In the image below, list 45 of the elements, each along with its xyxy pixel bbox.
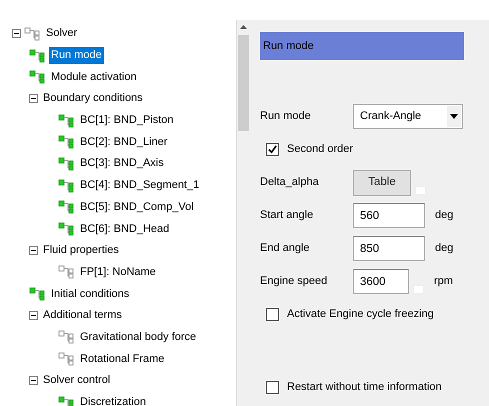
number-field[interactable]: 3600 <box>353 269 409 294</box>
collapse-icon[interactable] <box>29 94 38 104</box>
checkbox[interactable] <box>266 308 279 321</box>
tree-item[interactable]: Rotational Frame <box>78 350 166 368</box>
checkbox-label: Activate Engine cycle freezing <box>287 307 434 322</box>
unit-label: deg <box>435 208 454 224</box>
field-label: End angle <box>260 241 311 256</box>
checkbox[interactable] <box>266 143 279 156</box>
collapse-icon[interactable] <box>12 29 21 38</box>
panel-header: Run mode <box>260 32 464 60</box>
tree-item[interactable]: BC[5]: BND_Comp_Vol <box>78 198 196 216</box>
tree-item[interactable]: Fluid properties <box>41 242 121 260</box>
tree-item[interactable]: BC[2]: BND_Liner <box>78 134 170 151</box>
tree-item[interactable]: Solver <box>44 25 80 42</box>
tree-item[interactable]: Module activation <box>49 68 139 86</box>
caret-icon <box>447 106 461 127</box>
tree-item[interactable]: Solver control <box>41 372 112 390</box>
dropdown[interactable]: Crank-Angle <box>353 104 463 129</box>
tree-item[interactable]: BC[3]: BND_Axis <box>78 155 166 172</box>
unit-label: rpm <box>434 274 453 290</box>
checkbox[interactable] <box>266 381 279 394</box>
field-label: Start angle <box>260 208 314 224</box>
tree-item[interactable]: Gravitational body force <box>78 328 198 346</box>
tree-item[interactable]: Run mode <box>49 47 104 64</box>
tree-item[interactable]: Discretization <box>78 394 148 406</box>
tree-item[interactable]: Boundary conditions <box>41 90 145 108</box>
tree-item[interactable]: Initial conditions <box>49 286 132 303</box>
scrollbar-thumb[interactable] <box>238 35 249 131</box>
unit-label: deg <box>435 241 454 256</box>
checkbox-label: Second order <box>287 142 354 158</box>
field-label: Delta_alpha <box>260 175 320 190</box>
table-button[interactable]: Table <box>353 170 411 196</box>
number-field[interactable]: 850 <box>353 236 425 261</box>
collapse-icon[interactable] <box>29 246 38 256</box>
field-label: Run mode <box>260 109 312 124</box>
checkbox-label: Restart without time information <box>287 380 442 396</box>
tree-item[interactable]: BC[6]: BND_Head <box>78 220 172 238</box>
collapse-icon[interactable] <box>29 311 38 320</box>
collapse-icon[interactable] <box>29 376 38 386</box>
number-field[interactable]: 560 <box>353 203 425 228</box>
tree-item[interactable]: BC[4]: BND_Segment_1 <box>78 177 202 194</box>
tree-item[interactable]: BC[1]: BND_Piston <box>78 112 176 130</box>
field-label: Engine speed <box>260 274 328 290</box>
tree-item[interactable]: Additional terms <box>41 307 124 324</box>
tree-item[interactable]: FP[1]: NoName <box>78 264 158 281</box>
